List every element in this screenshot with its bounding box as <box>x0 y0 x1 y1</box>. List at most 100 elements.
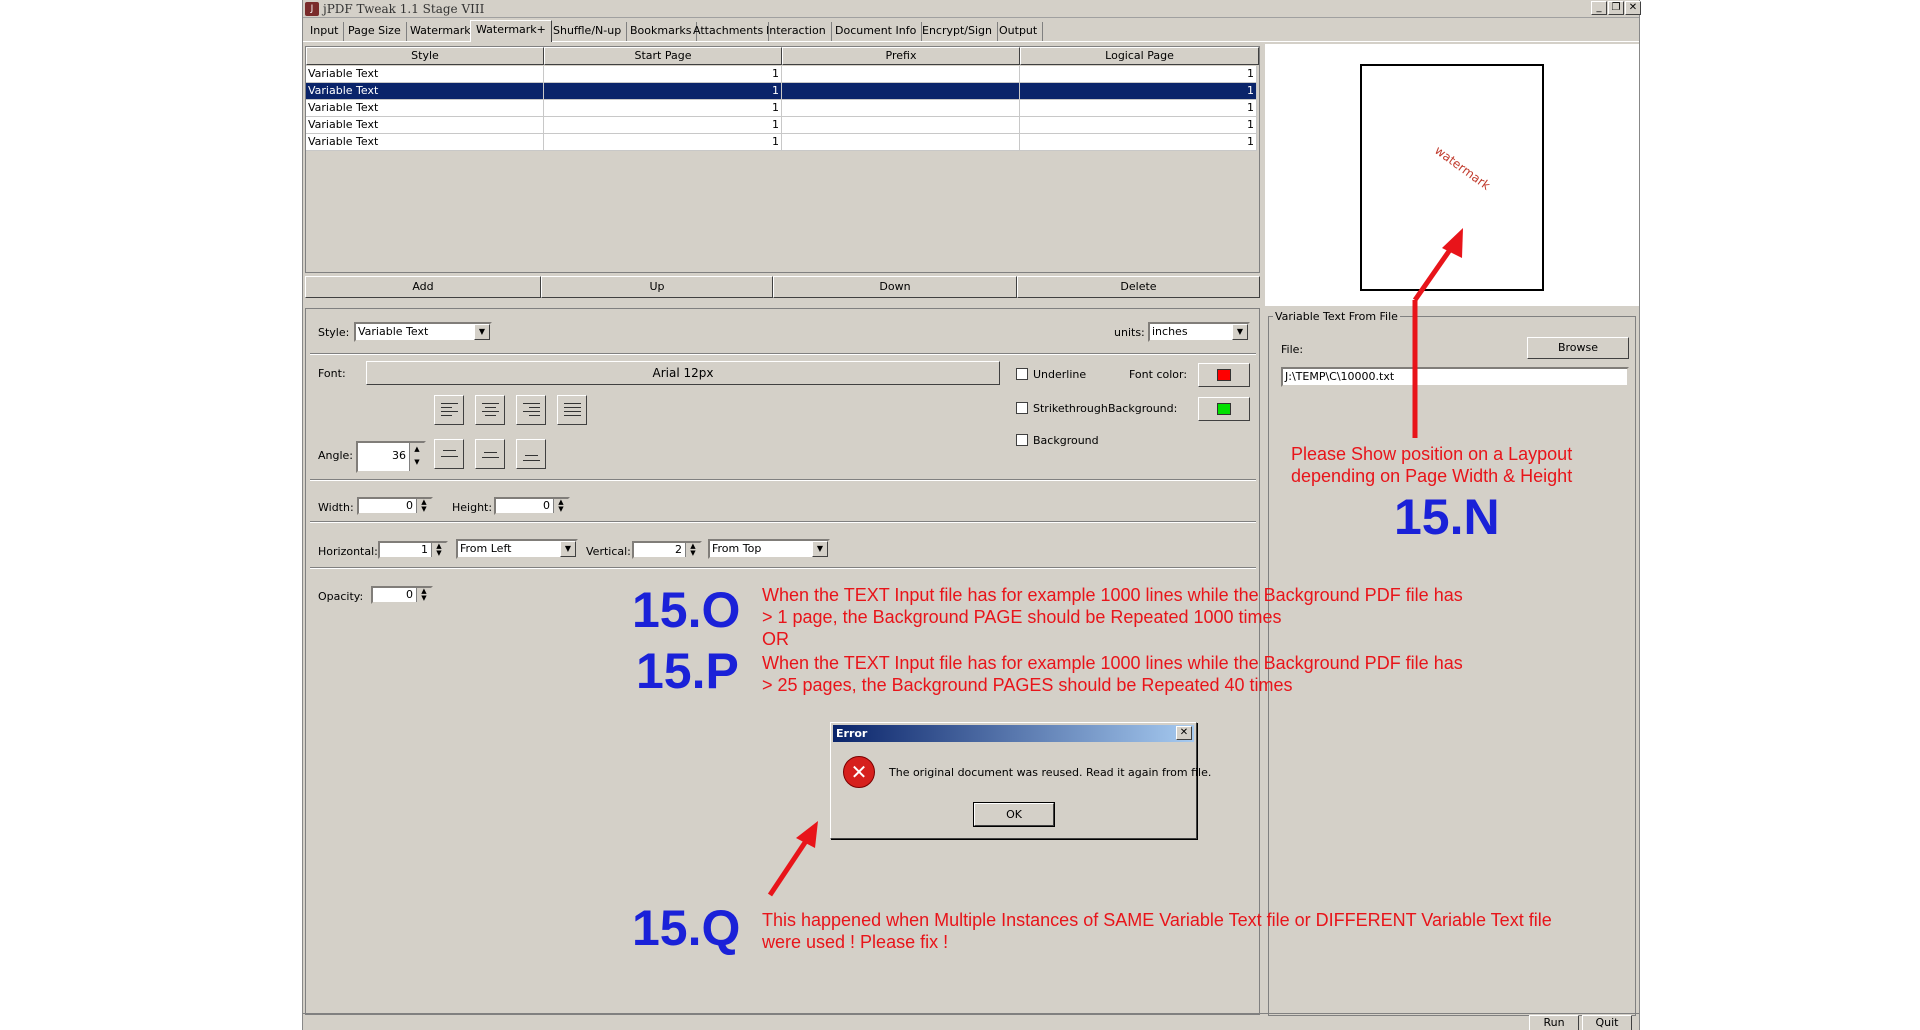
title-bar: J jPDF Tweak 1.1 Stage VIII _ ❐ ✕ <box>303 0 1641 18</box>
valign-bottom-icon[interactable] <box>516 439 546 469</box>
preview-page: watermark <box>1360 64 1544 291</box>
minimize-button[interactable]: _ <box>1591 1 1607 15</box>
tab-document-info[interactable]: Document Info <box>830 22 923 41</box>
divider <box>310 479 1256 481</box>
vertical-spinner[interactable]: 2 ▲ ▼ <box>632 541 702 559</box>
annotation-15n-label: 15.N <box>1394 489 1500 545</box>
chevron-down-icon[interactable]: ▼ <box>1232 324 1248 340</box>
annotation-15q-label: 15.Q <box>632 900 741 956</box>
vertical-label: Vertical: <box>586 545 631 558</box>
quit-button[interactable]: Quit <box>1582 1015 1632 1030</box>
tab-bookmarks[interactable]: Bookmarks <box>625 22 698 41</box>
ok-button[interactable]: OK <box>973 802 1055 827</box>
dialog-message: The original document was reused. Read i… <box>889 766 1212 779</box>
horizontal-reference-select[interactable]: From Left ▼ <box>456 539 578 559</box>
table-row-selected[interactable]: Variable Text 1 1 <box>306 83 1257 100</box>
align-justify-icon[interactable] <box>557 395 587 425</box>
tab-interaction[interactable]: Interaction <box>761 22 832 41</box>
tab-attachments[interactable]: Attachments <box>688 22 770 41</box>
valign-top-icon[interactable] <box>434 439 464 469</box>
table-row[interactable]: Variable Text 1 1 <box>306 66 1257 83</box>
annotation-15o-label: 15.O <box>632 582 741 638</box>
table-row[interactable]: Variable Text 1 1 <box>306 134 1257 151</box>
spinner-arrows-icon[interactable]: ▲ ▼ <box>431 543 446 557</box>
chevron-down-icon[interactable]: ▼ <box>812 541 828 557</box>
cell-prefix <box>782 66 1020 82</box>
cell-prefix <box>782 117 1020 133</box>
cell-style: Variable Text <box>306 100 544 116</box>
column-header-start-page[interactable]: Start Page <box>544 47 782 65</box>
strikethrough-checkbox[interactable] <box>1016 402 1028 414</box>
align-center-icon[interactable] <box>475 395 505 425</box>
spinner-arrows-icon[interactable]: ▲ ▼ <box>409 443 424 471</box>
angle-spinner[interactable]: 36 ▲ ▼ <box>356 441 426 473</box>
variable-text-group-title: Variable Text From File <box>1273 310 1400 323</box>
cell-start-page: 1 <box>544 66 782 82</box>
spinner-arrows-icon[interactable]: ▲ ▼ <box>416 499 431 513</box>
tab-input[interactable]: Input <box>305 22 345 41</box>
spinner-arrows-icon[interactable]: ▲ ▼ <box>553 499 568 513</box>
font-color-button[interactable] <box>1198 363 1250 387</box>
up-button[interactable]: Up <box>541 276 773 298</box>
align-left-icon[interactable] <box>434 395 464 425</box>
cell-prefix <box>782 134 1020 150</box>
units-label: units: <box>1114 326 1145 339</box>
align-right-icon[interactable] <box>516 395 546 425</box>
horizontal-reference-value: From Left <box>460 542 512 555</box>
background-checkbox[interactable] <box>1016 434 1028 446</box>
horizontal-spinner[interactable]: 1 ▲ ▼ <box>378 541 448 559</box>
maximize-button[interactable]: ❐ <box>1608 1 1624 15</box>
vertical-reference-select[interactable]: From Top ▼ <box>708 539 830 559</box>
tab-encrypt-sign[interactable]: Encrypt/Sign <box>917 22 998 41</box>
valign-middle-icon[interactable] <box>475 439 505 469</box>
error-x-icon: ✕ <box>843 756 875 788</box>
down-button[interactable]: Down <box>773 276 1017 298</box>
tab-watermark[interactable]: Watermark <box>405 22 477 41</box>
tab-output[interactable]: Output <box>994 22 1044 41</box>
tab-page-size[interactable]: Page Size <box>343 22 407 41</box>
spinner-arrows-icon[interactable]: ▲ ▼ <box>685 543 700 557</box>
delete-button[interactable]: Delete <box>1017 276 1260 298</box>
style-select[interactable]: Variable Text ▼ <box>354 322 492 342</box>
units-select[interactable]: inches ▼ <box>1148 322 1250 342</box>
background-color-button[interactable] <box>1198 397 1250 421</box>
add-button[interactable]: Add <box>305 276 541 298</box>
tab-watermark-plus[interactable]: Watermark+ <box>470 20 552 42</box>
table-header: Style Start Page Prefix Logical Page <box>306 47 1259 65</box>
close-button[interactable]: ✕ <box>1625 1 1641 15</box>
opacity-spinner[interactable]: 0 ▲ ▼ <box>371 586 433 604</box>
annotation-or: OR <box>762 629 789 649</box>
cell-style: Variable Text <box>306 134 544 150</box>
table-row[interactable]: Variable Text 1 1 <box>306 117 1257 134</box>
chevron-down-icon[interactable]: ▼ <box>474 324 490 340</box>
font-color-swatch <box>1217 369 1231 381</box>
cell-prefix <box>782 100 1020 116</box>
column-header-style[interactable]: Style <box>306 47 544 65</box>
vertical-value: 2 <box>675 543 682 556</box>
browse-button[interactable]: Browse <box>1527 337 1629 359</box>
font-color-label: Font color: <box>1129 368 1188 381</box>
cell-logical-page: 1 <box>1020 134 1257 150</box>
dialog-title: Error <box>836 727 868 740</box>
error-dialog: Error ✕ ✕ The original document was reus… <box>830 722 1211 839</box>
font-chooser-button[interactable]: Arial 12px <box>366 361 1000 385</box>
chevron-down-icon[interactable]: ▼ <box>560 541 576 557</box>
vertical-reference-value: From Top <box>712 542 762 555</box>
run-button[interactable]: Run <box>1529 1015 1579 1030</box>
file-path-input[interactable]: J:\TEMP\C\10000.txt <box>1281 367 1629 387</box>
spinner-arrows-icon[interactable]: ▲ ▼ <box>416 588 431 602</box>
underline-checkbox[interactable] <box>1016 368 1028 380</box>
annotation-q-line1: This happened when Multiple Instances of… <box>762 910 1552 930</box>
height-spinner[interactable]: 0 ▲ ▼ <box>494 497 570 515</box>
table-row[interactable]: Variable Text 1 1 <box>306 100 1257 117</box>
annotation-o-line1: When the TEXT Input file has for example… <box>762 585 1463 605</box>
opacity-value: 0 <box>406 588 413 601</box>
column-header-logical-page[interactable]: Logical Page <box>1020 47 1259 65</box>
width-spinner[interactable]: 0 ▲ ▼ <box>357 497 433 515</box>
tab-shuffle-nup[interactable]: Shuffle/N-up <box>548 22 628 41</box>
height-value: 0 <box>543 499 550 512</box>
cell-logical-page: 1 <box>1020 66 1257 82</box>
dialog-close-button[interactable]: ✕ <box>1176 726 1192 740</box>
underline-label: Underline <box>1033 368 1087 381</box>
column-header-prefix[interactable]: Prefix <box>782 47 1020 65</box>
